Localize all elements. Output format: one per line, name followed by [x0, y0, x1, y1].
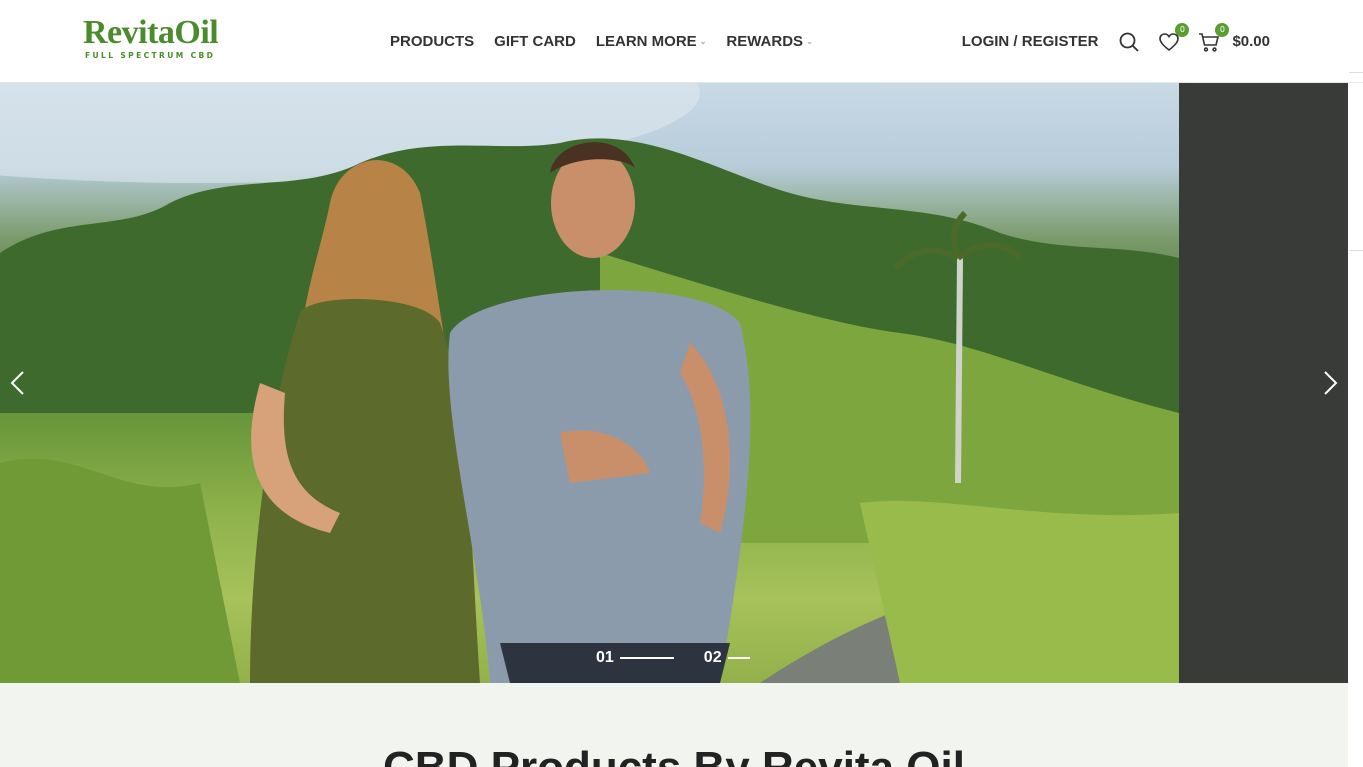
cart-button[interactable]: 0 $0.00 [1198, 22, 1270, 53]
site-header: RevitaOil FULL SPECTRUM CBD PRODUCTS GIF… [0, 0, 1363, 83]
slide-dot-1[interactable]: 01 [596, 649, 674, 667]
hero-image [0, 83, 1179, 683]
wishlist-count-badge: 0 [1175, 22, 1190, 37]
nav-item-products[interactable]: PRODUCTS [380, 33, 484, 50]
main-nav: PRODUCTS GIFT CARD LEARN MORE ⌄ REWARDS … [380, 0, 823, 83]
chevron-down-icon: ⌄ [806, 37, 813, 46]
nav-item-label: PRODUCTS [390, 33, 475, 50]
slide-indicator-line [727, 657, 750, 659]
login-register-link[interactable]: LOGIN / REGISTER [962, 33, 1099, 50]
section-title: CBD Products By Revita Oil [0, 743, 1348, 767]
nav-item-gift-card[interactable]: GIFT CARD [484, 33, 586, 50]
nav-item-label: LEARN MORE [595, 33, 697, 50]
chevron-down-icon: ⌄ [699, 37, 707, 46]
brand-tagline: FULL SPECTRUM CBD [85, 51, 216, 60]
cart-icon: 0 [1198, 22, 1230, 53]
hero-slider: 01 02 [0, 83, 1348, 683]
slide-number: 01 [596, 649, 614, 666]
slide-indicator-line [619, 657, 674, 659]
chevron-right-icon[interactable] [1320, 370, 1340, 396]
heart-icon[interactable]: 0 [1158, 22, 1190, 53]
nav-item-label: GIFT CARD [494, 33, 576, 50]
products-section: CBD Products By Revita Oil [0, 683, 1348, 767]
chevron-left-icon[interactable] [8, 370, 28, 396]
slide-dot-2[interactable]: 02 [704, 649, 750, 667]
slide-number: 02 [703, 649, 722, 666]
cart-total: $0.00 [1232, 33, 1270, 50]
nav-item-label: REWARDS [726, 33, 804, 50]
divider [1349, 250, 1363, 251]
nav-item-rewards[interactable]: REWARDS ⌄ [716, 33, 822, 50]
divider [1349, 72, 1363, 73]
search-icon[interactable] [1118, 31, 1140, 53]
brand-logo[interactable]: RevitaOil FULL SPECTRUM CBD [83, 14, 243, 64]
header-tools: LOGIN / REGISTER 0 0 $0.00 [962, 0, 1270, 83]
brand-name: RevitaOil [83, 14, 219, 51]
nav-item-learn-more[interactable]: LEARN MORE ⌄ [586, 33, 717, 50]
cart-count-badge: 0 [1215, 22, 1230, 37]
slider-pagination: 01 02 [596, 649, 780, 667]
